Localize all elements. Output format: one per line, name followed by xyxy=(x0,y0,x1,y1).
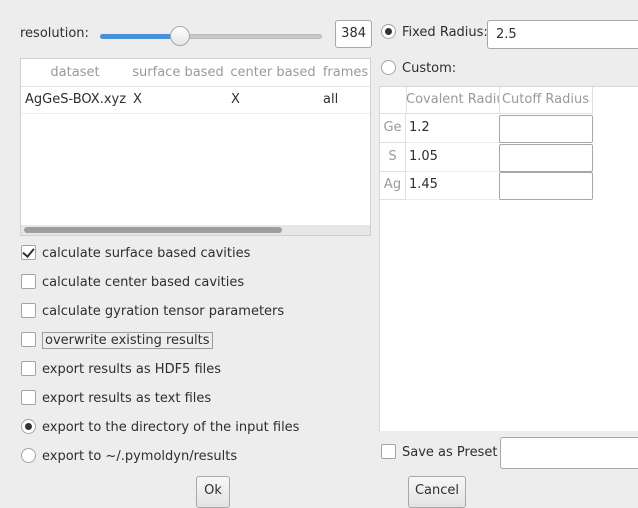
table-cell-center[interactable]: X xyxy=(227,86,323,114)
checkbox-icon[interactable] xyxy=(21,390,36,405)
center-cavities-checkbox[interactable]: calculate center based cavities xyxy=(21,272,244,294)
checkbox-icon[interactable] xyxy=(21,303,36,318)
resolution-label: resolution: xyxy=(20,26,89,41)
custom-radius-radio[interactable]: Custom: xyxy=(381,58,456,80)
cancel-button[interactable]: Cancel xyxy=(408,476,466,508)
column-header-frames[interactable]: frames xyxy=(319,59,370,87)
column-header-surface-based[interactable]: surface based xyxy=(129,59,228,87)
cutoff-radius-input-s[interactable] xyxy=(499,144,593,172)
column-header-cutoff-radius[interactable]: Cutoff Radius xyxy=(499,87,593,114)
resolution-slider-fill xyxy=(100,34,180,39)
fixed-radius-input[interactable]: 2.5 xyxy=(487,20,638,49)
overwrite-results-checkbox[interactable]: overwrite existing results xyxy=(21,330,213,352)
checkbox-icon[interactable] xyxy=(21,274,36,289)
covalent-radius-ag[interactable]: 1.45 xyxy=(406,171,501,200)
column-header-dataset[interactable]: dataset xyxy=(21,59,130,87)
table-cell-dataset[interactable]: AgGeS-BOX.xyz xyxy=(21,86,133,114)
horizontal-scrollbar[interactable] xyxy=(21,225,370,235)
row-header-ge: Ge xyxy=(380,114,406,143)
preset-name-input[interactable] xyxy=(500,437,638,469)
save-preset-checkbox[interactable]: Save as Preset xyxy=(381,442,497,464)
scrollbar-thumb[interactable] xyxy=(24,227,282,233)
custom-radius-table: Covalent Radius Cutoff Radius Ge 1.2 S 1… xyxy=(379,86,638,431)
radio-icon[interactable] xyxy=(21,448,36,463)
radio-icon[interactable] xyxy=(381,60,396,75)
column-header-covalent-radius[interactable]: Covalent Radius xyxy=(406,87,500,114)
radio-selected-icon[interactable] xyxy=(381,24,396,39)
row-header-ag: Ag xyxy=(380,171,406,200)
row-header-s: S xyxy=(380,143,406,172)
radio-selected-icon[interactable] xyxy=(21,419,36,434)
table-cell-surface[interactable]: X xyxy=(129,86,231,114)
resolution-slider-handle[interactable] xyxy=(170,26,190,46)
table-cell-frames[interactable]: all xyxy=(319,86,370,114)
resolution-spinbox[interactable]: 384 xyxy=(335,20,372,48)
checkbox-icon[interactable] xyxy=(381,444,396,459)
fixed-radius-radio[interactable]: Fixed Radius: xyxy=(381,22,488,44)
export-hdf5-checkbox[interactable]: export results as HDF5 files xyxy=(21,359,221,381)
covalent-radius-s[interactable]: 1.05 xyxy=(406,143,501,172)
column-header-center-based[interactable]: center based xyxy=(227,59,320,87)
checkbox-checked-icon[interactable] xyxy=(21,245,36,260)
surface-cavities-checkbox[interactable]: calculate surface based cavities xyxy=(21,243,250,265)
export-text-checkbox[interactable]: export results as text files xyxy=(21,388,211,410)
cutoff-radius-input-ge[interactable] xyxy=(499,115,593,143)
corner-header xyxy=(380,87,407,114)
gyration-tensor-checkbox[interactable]: calculate gyration tensor parameters xyxy=(21,301,284,323)
export-input-dir-radio[interactable]: export to the directory of the input fil… xyxy=(21,417,299,439)
covalent-radius-ge[interactable]: 1.2 xyxy=(406,114,501,143)
dataset-table: dataset surface based center based frame… xyxy=(20,58,371,236)
ok-button[interactable]: Ok xyxy=(196,476,230,508)
checkbox-icon[interactable] xyxy=(21,361,36,376)
cutoff-radius-input-ag[interactable] xyxy=(499,172,593,200)
export-home-dir-radio[interactable]: export to ~/.pymoldyn/results xyxy=(21,446,237,468)
checkbox-icon[interactable] xyxy=(21,332,36,347)
